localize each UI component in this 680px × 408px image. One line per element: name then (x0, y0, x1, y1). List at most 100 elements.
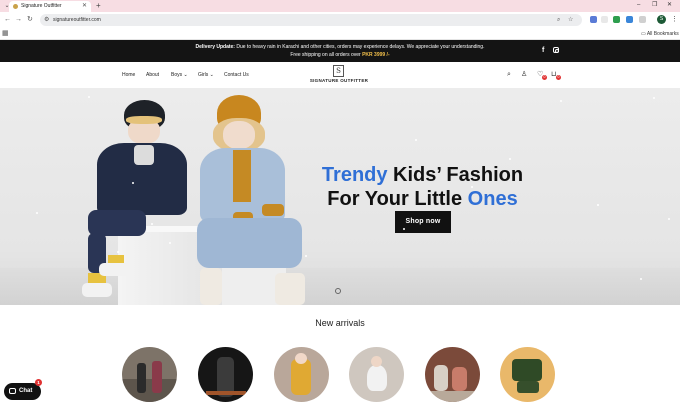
search-icon[interactable]: ⌕ (507, 71, 511, 79)
bookmarks-bar: ▦ ▭ All Bookmarks (0, 28, 680, 40)
free-shipping-price: PKR 3999 /- (362, 52, 390, 58)
facebook-icon[interactable]: f (542, 47, 544, 55)
nav-girls-label: Girls (198, 72, 209, 78)
all-bookmarks[interactable]: ▭ All Bookmarks (641, 30, 679, 38)
forward-icon[interactable]: → (15, 16, 22, 24)
free-shipping-text: Free shipping on all orders over (290, 52, 363, 58)
snowflake (117, 251, 119, 253)
delivery-update-label: Delivery Update: (195, 44, 235, 50)
chat-label: Chat (19, 388, 33, 394)
new-arrival-item[interactable] (349, 347, 404, 402)
girl-sweater (233, 150, 251, 202)
new-arrival-item[interactable] (274, 347, 329, 402)
url-text[interactable]: signatureoutfitter.com (53, 16, 101, 24)
chat-button[interactable]: Chat (4, 383, 41, 400)
back-icon[interactable]: ← (4, 16, 11, 24)
all-bookmarks-label: All Bookmarks (646, 31, 679, 37)
nav-contact[interactable]: Contact Us (224, 72, 249, 79)
close-window-icon[interactable]: ✕ (667, 1, 672, 9)
snowflake (132, 182, 134, 184)
zoom-icon[interactable]: ⌕ (557, 16, 560, 24)
reload-icon[interactable]: ↻ (27, 16, 33, 24)
snowflake (640, 278, 642, 280)
new-arrival-item[interactable] (198, 347, 253, 402)
tab-title: Signature Outfitter (21, 3, 62, 9)
profile-avatar[interactable]: S (657, 15, 666, 24)
logo-text[interactable]: SIGNATURE OUTFITTER (296, 78, 382, 84)
product-thumbnail (517, 381, 539, 393)
girl-jeans (197, 218, 302, 268)
star-icon[interactable]: ☆ (568, 16, 573, 24)
free-shipping-note: Free shipping on all orders over PKR 399… (0, 52, 680, 59)
boy-sneaker (82, 283, 112, 297)
address-bar[interactable]: ⚙ signatureoutfitter.com ⌕ ☆ (40, 14, 582, 26)
extension-icon[interactable] (601, 16, 608, 23)
tab-close-icon[interactable]: ✕ (82, 2, 87, 10)
extension-icon[interactable] (626, 16, 633, 23)
girl-face (223, 121, 255, 149)
hero-headline-accent: Trendy (321, 164, 388, 186)
delivery-update-text: Due to heavy rain in Karachi and other c… (234, 44, 485, 50)
browser-tab-strip: ⌄ Signature Outfitter ✕ + – ❐ ✕ (0, 0, 680, 12)
snowflake (36, 212, 38, 214)
announcement-bar: Delivery Update: Due to heavy rain in Ka… (0, 40, 680, 62)
nav-boys-label: Boys (171, 72, 183, 78)
nav-girls[interactable]: Girls ⌄ (198, 72, 214, 79)
new-arrival-item[interactable] (425, 347, 480, 402)
product-thumbnail (206, 391, 246, 395)
site-header: Home About Boys ⌄ Girls ⌄ Contact Us S S… (0, 62, 680, 88)
snowflake (169, 242, 171, 244)
product-figure (512, 359, 542, 381)
product-thumbnail (295, 353, 307, 364)
product-figure (434, 365, 448, 391)
product-thumbnail (425, 391, 480, 402)
account-icon[interactable]: ♙ (521, 71, 527, 79)
instagram-icon[interactable] (553, 47, 559, 53)
snowflake (403, 228, 405, 230)
product-figure (291, 359, 311, 395)
snowflake (151, 223, 153, 225)
extension-icon[interactable] (590, 16, 597, 23)
snowflake (471, 186, 473, 188)
extension-icon[interactable] (613, 16, 620, 23)
snowflake (668, 218, 670, 220)
hero-headline-line1: Trendy Kids’ Fashion (300, 163, 545, 187)
girl-cuff (262, 204, 284, 216)
apps-icon[interactable]: ▦ (2, 30, 9, 38)
hero-headline-line2: For Your Little Ones (300, 187, 545, 211)
browser-tab[interactable]: Signature Outfitter ✕ (9, 1, 91, 12)
logo-mark[interactable]: S (333, 65, 344, 77)
slider-dot[interactable] (335, 288, 341, 294)
new-arrival-item[interactable] (500, 347, 555, 402)
product-figure (367, 365, 387, 391)
new-arrivals-title: New arrivals (315, 318, 365, 328)
chat-bubble-icon (9, 388, 16, 394)
hero-banner: Trendy Kids’ Fashion For Your Little One… (0, 88, 680, 305)
hero-headline-rest: Kids’ Fashion (387, 164, 524, 186)
boy-hair (126, 116, 162, 124)
new-tab-icon[interactable]: + (96, 1, 101, 10)
product-thumbnail (122, 379, 177, 402)
chevron-down-icon: ⌄ (183, 72, 188, 78)
maximize-icon[interactable]: ❐ (652, 1, 657, 9)
minimize-icon[interactable]: – (637, 1, 640, 9)
product-figure (137, 363, 146, 393)
site-favicon-icon (13, 4, 18, 9)
snowflake (653, 97, 655, 99)
girl-boot (200, 268, 222, 305)
new-arrival-item[interactable] (122, 347, 177, 402)
snowflake (560, 100, 562, 102)
browser-toolbar: ← → ↻ ⚙ signatureoutfitter.com ⌕ ☆ S ⋮ (0, 12, 680, 28)
extensions-puzzle-icon[interactable] (639, 16, 646, 23)
nav-home[interactable]: Home (122, 72, 135, 79)
nav-boys[interactable]: Boys ⌄ (171, 72, 188, 79)
boy-shirt (134, 145, 154, 165)
chevron-down-icon: ⌄ (209, 72, 214, 78)
browser-menu-icon[interactable]: ⋮ (671, 15, 678, 24)
delivery-update: Delivery Update: Due to heavy rain in Ka… (0, 44, 680, 51)
site-info-icon[interactable]: ⚙ (44, 16, 49, 24)
snowflake (415, 139, 417, 141)
boy-sneaker (99, 263, 129, 276)
nav-about[interactable]: About (146, 72, 159, 79)
wishlist-count-badge: 0 (542, 75, 547, 80)
